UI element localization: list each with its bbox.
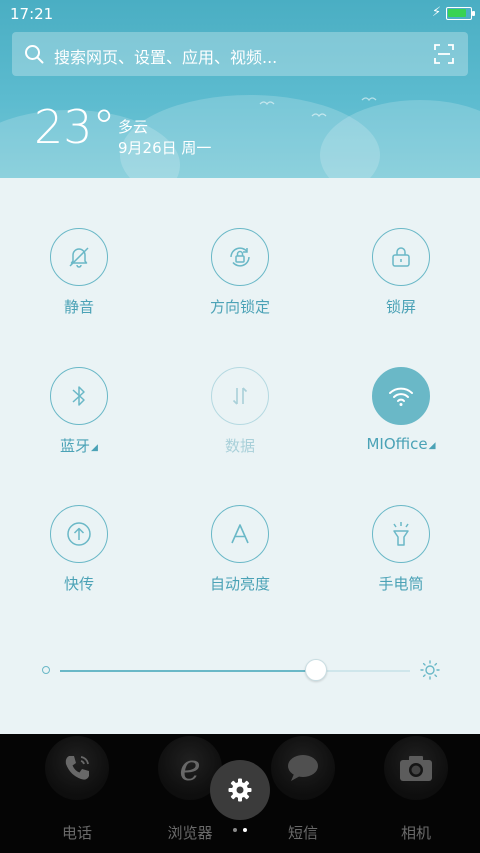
toggle-wifi-circle[interactable] xyxy=(372,367,430,425)
toggle-quick-share-circle[interactable] xyxy=(50,505,108,563)
search-bar[interactable]: 搜索网页、设置、应用、视频... xyxy=(12,32,468,76)
toggle-rotation-lock-label: 方向锁定 xyxy=(209,298,270,316)
brightness-thumb[interactable] xyxy=(305,659,327,681)
brightness-low-icon xyxy=(42,666,50,674)
dock-app-camera[interactable]: 相机 xyxy=(371,734,461,853)
upload-circle-icon xyxy=(67,522,91,546)
toggle-mute-label: 静音 xyxy=(63,298,94,316)
page-dot xyxy=(243,828,247,832)
search-placeholder: 搜索网页、设置、应用、视频... xyxy=(54,48,278,67)
toggle-auto-brightness-circle[interactable] xyxy=(211,505,269,563)
lock-icon xyxy=(392,247,410,267)
toggle-flashlight-label: 手电筒 xyxy=(378,575,424,593)
battery-icon xyxy=(446,7,475,20)
sun-icon xyxy=(420,660,440,680)
bell-off-icon xyxy=(69,247,89,268)
toggle-lock-screen-circle[interactable] xyxy=(372,228,430,286)
dock-app-label: 相机 xyxy=(400,824,431,842)
expand-triangle-icon: ◢ xyxy=(428,441,436,451)
toggle-bluetooth[interactable]: 蓝牙◢ xyxy=(19,367,139,467)
toggle-mute-circle[interactable] xyxy=(50,228,108,286)
dock-app-label: 电话 xyxy=(61,824,92,842)
toggle-lock-screen-label: 锁屏 xyxy=(385,298,416,316)
data-arrows-icon xyxy=(232,387,248,405)
toggle-bluetooth-label: 蓝牙◢ xyxy=(60,437,98,455)
settings-button[interactable] xyxy=(210,760,270,820)
weather-header: 17:21 ⚡ 搜索网页、设置、应用、视频... 23° 多云 9月26日 周一 xyxy=(0,0,480,178)
quick-settings-panel: 静音 方向锁定 锁屏 蓝牙◢ 数据 MIOffice◢ 快传 自动亮度 手电筒 xyxy=(0,178,480,734)
toggle-wifi-label: MIOffice◢ xyxy=(366,435,436,453)
toggle-rotation-lock[interactable]: 方向锁定 xyxy=(180,228,300,328)
page-dot xyxy=(233,828,237,832)
dock: 电话 e 浏览器 短信 相机 xyxy=(0,734,480,853)
scan-icon[interactable] xyxy=(434,44,454,64)
dock-app-phone[interactable]: 电话 xyxy=(32,734,122,853)
status-time: 17:21 xyxy=(10,5,54,23)
toggle-lock-screen[interactable]: 锁屏 xyxy=(341,228,461,328)
toggle-flashlight[interactable]: 手电筒 xyxy=(341,505,461,605)
rotation-lock-icon xyxy=(230,247,250,267)
bluetooth-icon xyxy=(72,386,85,406)
toggle-wifi[interactable]: MIOffice◢ xyxy=(341,367,461,467)
charging-icon: ⚡ xyxy=(432,5,442,20)
expand-triangle-icon: ◢ xyxy=(91,443,98,453)
flashlight-icon xyxy=(393,522,409,546)
camera-icon[interactable] xyxy=(384,736,448,800)
dock-app-label: 短信 xyxy=(287,824,318,842)
status-bar: 17:21 ⚡ xyxy=(0,0,480,28)
gear-icon xyxy=(228,778,252,802)
letter-a-icon xyxy=(231,524,249,544)
message-bubble-icon[interactable] xyxy=(271,736,335,800)
wifi-icon xyxy=(389,387,413,406)
toggle-mobile-data-label: 数据 xyxy=(224,437,255,455)
toggle-auto-brightness[interactable]: 自动亮度 xyxy=(180,505,300,605)
battery-level xyxy=(448,9,466,17)
toggle-quick-share-label: 快传 xyxy=(63,575,94,593)
dock-app-messages[interactable]: 短信 xyxy=(258,734,348,853)
dock-app-label: 浏览器 xyxy=(167,824,213,842)
toggle-mute[interactable]: 静音 xyxy=(19,228,139,328)
date-label: 9月26日 周一 xyxy=(118,139,212,157)
temperature: 23° xyxy=(34,100,116,154)
toggle-mobile-data[interactable]: 数据 xyxy=(180,367,300,467)
toggle-quick-share[interactable]: 快传 xyxy=(19,505,139,605)
search-icon xyxy=(25,45,44,64)
brightness-slider[interactable] xyxy=(40,658,440,682)
brightness-track[interactable] xyxy=(60,670,410,672)
toggle-bluetooth-circle[interactable] xyxy=(50,367,108,425)
toggle-mobile-data-circle[interactable] xyxy=(211,367,269,425)
toggle-rotation-lock-circle[interactable] xyxy=(211,228,269,286)
brightness-fill xyxy=(60,670,316,672)
weather-condition: 多云 xyxy=(118,118,149,136)
toggle-flashlight-circle[interactable] xyxy=(372,505,430,563)
phone-icon[interactable] xyxy=(45,736,109,800)
birds-decoration xyxy=(259,97,377,118)
toggle-auto-brightness-label: 自动亮度 xyxy=(209,575,270,593)
